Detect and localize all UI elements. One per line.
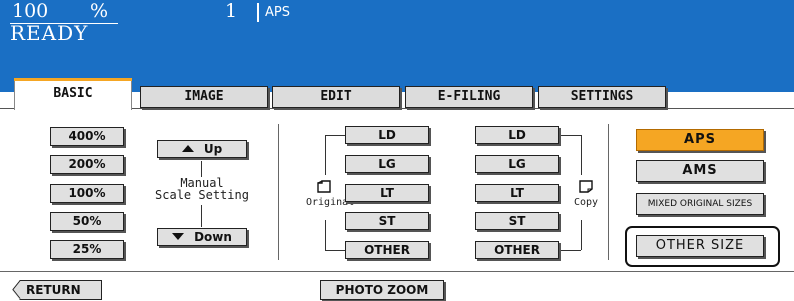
machine-status: READY — [10, 21, 89, 45]
zoom-preset-25[interactable]: 25% — [50, 240, 124, 259]
ams-button[interactable]: AMS — [636, 160, 764, 182]
return-label: RETURN — [26, 283, 81, 297]
zoom-down-button[interactable]: Down — [157, 228, 247, 246]
original-size-lt[interactable]: LT — [345, 184, 429, 202]
original-bracket-bottom — [325, 250, 345, 251]
original-size-lg[interactable]: LG — [345, 155, 429, 173]
zoom-preset-100[interactable]: 100% — [50, 184, 124, 203]
original-document-icon — [317, 180, 331, 193]
copy-size-ld[interactable]: LD — [475, 126, 559, 144]
copy-size-lt[interactable]: LT — [475, 184, 559, 202]
bottom-divider — [0, 271, 794, 272]
original-size-ld[interactable]: LD — [345, 126, 429, 144]
tab-image[interactable]: IMAGE — [140, 86, 268, 108]
zoom-up-label: Up — [203, 142, 223, 156]
copy-bracket-bottom — [561, 250, 581, 251]
copy-size-other[interactable]: OTHER — [475, 241, 559, 259]
manual-scale-label: Manual Scale Setting — [148, 177, 256, 201]
zoom-ratio-unit: % — [90, 0, 109, 22]
scale-connector-top — [201, 161, 202, 177]
tab-basic[interactable]: BASIC — [14, 78, 132, 110]
manual-scale-label-line2: Scale Setting — [155, 188, 249, 202]
copies-count: 1 — [225, 0, 238, 22]
zoom-ratio-value: 100 — [12, 0, 49, 22]
zoom-preset-400[interactable]: 400% — [50, 127, 124, 146]
return-button[interactable]: RETURN — [12, 280, 102, 300]
tab-e-filing[interactable]: E-FILING — [405, 86, 533, 108]
section-divider-left — [278, 124, 279, 260]
original-bracket-upper — [325, 135, 326, 175]
arrow-down-icon — [172, 233, 185, 240]
original-bracket-lower — [325, 220, 326, 250]
copy-bracket-lower — [581, 220, 582, 250]
arrow-up-icon — [181, 145, 194, 152]
zoom-down-label: Down — [194, 230, 232, 244]
original-size-st[interactable]: ST — [345, 212, 429, 230]
original-label: Original — [306, 197, 355, 208]
zoom-up-button[interactable]: Up — [157, 140, 247, 158]
tab-edit[interactable]: EDIT — [272, 86, 400, 108]
paper-mode-indicator: APS — [265, 5, 290, 20]
zoom-preset-200[interactable]: 200% — [50, 155, 124, 174]
copy-bracket-upper — [581, 135, 582, 175]
tab-settings[interactable]: SETTINGS — [538, 86, 666, 108]
copy-size-lg[interactable]: LG — [475, 155, 559, 173]
aps-button[interactable]: APS — [636, 129, 764, 151]
original-size-other[interactable]: OTHER — [345, 241, 429, 259]
copy-bracket-top — [561, 135, 581, 136]
copy-size-st[interactable]: ST — [475, 212, 559, 230]
copy-label: Copy — [573, 197, 599, 208]
other-size-button[interactable]: OTHER SIZE — [636, 235, 764, 257]
mixed-original-sizes-button[interactable]: MIXED ORIGINAL SIZES — [636, 193, 764, 215]
original-bracket-top — [325, 135, 345, 136]
section-divider-right — [608, 124, 609, 260]
header-separator — [257, 3, 259, 22]
scale-connector-bottom — [201, 205, 202, 227]
copy-document-icon — [579, 180, 593, 193]
photo-zoom-button[interactable]: PHOTO ZOOM — [320, 280, 444, 300]
zoom-preset-50[interactable]: 50% — [50, 212, 124, 231]
